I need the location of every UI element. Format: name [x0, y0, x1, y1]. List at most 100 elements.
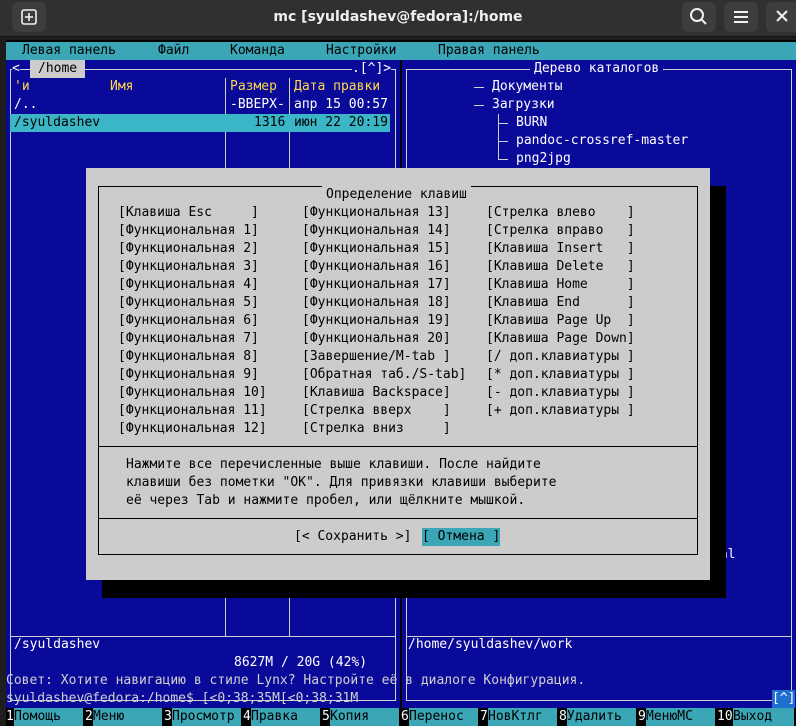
- key-binding-item[interactable]: [/ доп.клавиатуры ]: [486, 348, 635, 366]
- key-binding-item[interactable]: [Клавиша Delete ]: [486, 258, 635, 276]
- help-text-line: клавиши без пометки "OK". Для привязки к…: [126, 475, 557, 490]
- fkey-number: 1: [6, 709, 14, 724]
- key-binding-item[interactable]: [Функциональная 18]: [302, 294, 451, 312]
- search-button[interactable]: [682, 2, 716, 32]
- key-binding-item[interactable]: [Функциональная 6]: [118, 312, 259, 330]
- fkey-number: 3: [164, 709, 172, 724]
- fkey-2-button[interactable]: Меню: [93, 708, 162, 726]
- key-binding-item[interactable]: [Функциональная 1]: [118, 222, 259, 240]
- shell-prompt[interactable]: syuldashev@fedora:/home$ [<0;38;35M[<0;3…: [6, 690, 358, 708]
- key-binding-item[interactable]: [Функциональная 12]: [118, 420, 267, 438]
- menu-file[interactable]: Файл: [158, 42, 189, 60]
- help-text-line: её через Tab и нажмите пробел, или щёлкн…: [126, 493, 526, 508]
- menu-command[interactable]: Команда: [230, 42, 285, 60]
- table-row[interactable]: /.. -ВВЕРХ- апр 15 00:57: [10, 96, 394, 114]
- fkey-5-button[interactable]: Копия: [330, 708, 399, 726]
- key-binding-item[interactable]: [Клавиша Page Down]: [486, 330, 635, 348]
- key-binding-item[interactable]: [Клавиша Page Up ]: [486, 312, 635, 330]
- file-name: /..: [14, 97, 38, 112]
- fkey-7-button[interactable]: НовКтлг: [488, 708, 557, 726]
- key-binding-item[interactable]: [Функциональная 9]: [118, 366, 259, 384]
- key-binding-item[interactable]: [Клавиша Esc ]: [118, 204, 259, 222]
- tree-item[interactable]: Документы: [492, 78, 562, 96]
- file-name: /syuldashev: [14, 115, 101, 130]
- key-binding-item[interactable]: [Функциональная 16]: [302, 258, 451, 276]
- tree-item[interactable]: png2jpg: [516, 150, 571, 168]
- menu-right-panel[interactable]: Правая панель: [438, 42, 540, 60]
- col-header-date[interactable]: Дата правки: [294, 78, 380, 96]
- key-binding-item[interactable]: [Функциональная 2]: [118, 240, 259, 258]
- key-binding-item[interactable]: [Функциональная 19]: [302, 312, 451, 330]
- key-binding-item[interactable]: [Функциональная 17]: [302, 276, 451, 294]
- tree-item[interactable]: BURN: [516, 114, 547, 132]
- fkey-9-button[interactable]: МенюМС: [646, 708, 715, 726]
- panel-nav-left[interactable]: <: [12, 60, 20, 78]
- search-icon: [690, 8, 707, 25]
- file-date: апр 15 00:57: [294, 97, 388, 112]
- cancel-button[interactable]: [ Отмена ]: [422, 528, 501, 546]
- terminal[interactable]: Левая панель Файл Команда Настройки Прав…: [6, 40, 796, 726]
- close-icon: [776, 10, 788, 22]
- disk-usage: 8627M / 20G (42%): [234, 654, 368, 672]
- key-binding-item[interactable]: [Клавиша Insert ]: [486, 240, 635, 258]
- file-date: июн 22 20:19: [294, 115, 388, 130]
- close-button[interactable]: [766, 2, 796, 32]
- col-header-name[interactable]: Имя: [110, 78, 133, 96]
- key-binding-item[interactable]: [Клавиша Backspace]: [302, 384, 451, 402]
- tree-line: [474, 87, 484, 88]
- fkey-number: 10: [717, 709, 733, 724]
- key-binding-item[interactable]: [Функциональная 14]: [302, 222, 451, 240]
- fkey-number: 9: [638, 709, 646, 724]
- learn-keys-dialog[interactable]: Определение клавиш [Клавиша Esc ] [Функци…: [86, 168, 710, 580]
- key-binding-item[interactable]: [* доп.клавиатуры ]: [486, 366, 635, 384]
- key-binding-item[interactable]: [Функциональная 15]: [302, 240, 451, 258]
- key-binding-item[interactable]: [Функциональная 8]: [118, 348, 259, 366]
- key-binding-item[interactable]: [Стрелка влево ]: [486, 204, 635, 222]
- table-row-selected[interactable]: /syuldashev 1316 июн 22 20:19: [10, 114, 390, 132]
- fkey-number: 8: [559, 709, 567, 724]
- key-binding-item[interactable]: [Стрелка вправо ]: [486, 222, 635, 240]
- hint-line: Совет: Хотите навигацию в стиле Lynx? На…: [6, 673, 586, 688]
- fkey-number: 5: [322, 709, 330, 724]
- key-binding-item[interactable]: [- доп.клавиатуры ]: [486, 384, 635, 402]
- dialog-divider: [98, 446, 698, 447]
- fkey-8-button[interactable]: Удалить: [567, 708, 636, 726]
- fkey-6-button[interactable]: Перенос: [409, 708, 478, 726]
- key-binding-item[interactable]: [Обратная таб./S-tab]: [302, 366, 466, 384]
- tree-title: Дерево каталогов: [530, 60, 664, 78]
- key-binding-item[interactable]: [Функциональная 11]: [118, 402, 267, 420]
- key-binding-item[interactable]: [Клавиша End ]: [486, 294, 635, 312]
- key-binding-item[interactable]: [+ доп.клавиатуры ]: [486, 402, 635, 420]
- key-binding-item[interactable]: [Функциональная 13]: [302, 204, 451, 222]
- fkey-1-button[interactable]: Помощь: [14, 708, 83, 726]
- key-binding-item[interactable]: [Стрелка вниз ]: [302, 420, 451, 438]
- menu-left-panel[interactable]: Левая панель: [22, 42, 116, 60]
- key-binding-item[interactable]: [Функциональная 5]: [118, 294, 259, 312]
- fkey-number: 6: [401, 709, 409, 724]
- fkey-number: 7: [480, 709, 488, 724]
- window-titlebar: mc [syuldashev@fedora]:/home: [0, 0, 796, 37]
- tree-item[interactable]: Загрузки: [492, 96, 555, 114]
- key-binding-item[interactable]: [Функциональная 4]: [118, 276, 259, 294]
- key-binding-item[interactable]: [Завершение/M-tab ]: [302, 348, 451, 366]
- prompt-indicator: [^]: [772, 690, 796, 708]
- save-button[interactable]: [< Сохранить >]: [294, 528, 411, 546]
- key-binding-item[interactable]: [Функциональная 3]: [118, 258, 259, 276]
- key-binding-item[interactable]: [Функциональная 20]: [302, 330, 451, 348]
- col-header-size[interactable]: Размер: [230, 78, 277, 96]
- tree-line: [498, 141, 508, 142]
- col-sort-indicator[interactable]: 'и: [14, 78, 30, 96]
- fkey-4-button[interactable]: Правка: [251, 708, 320, 726]
- fkey-3-button[interactable]: Просмотр: [172, 708, 241, 726]
- key-binding-item[interactable]: [Стрелка вверх ]: [302, 402, 451, 420]
- menu-options[interactable]: Настройки: [326, 42, 396, 60]
- tree-item[interactable]: pandoc-crossref-master: [516, 132, 688, 150]
- key-binding-item[interactable]: [Функциональная 7]: [118, 330, 259, 348]
- fkey-10-button[interactable]: Выход: [733, 708, 794, 726]
- menu-button[interactable]: [724, 2, 758, 32]
- left-panel-path[interactable]: /home: [30, 60, 86, 78]
- key-binding-item[interactable]: [Функциональная 10]: [118, 384, 267, 402]
- dialog-title: Определение клавиш: [322, 186, 471, 204]
- panel-history[interactable]: .[^]>: [352, 60, 392, 78]
- key-binding-item[interactable]: [Клавиша Home ]: [486, 276, 635, 294]
